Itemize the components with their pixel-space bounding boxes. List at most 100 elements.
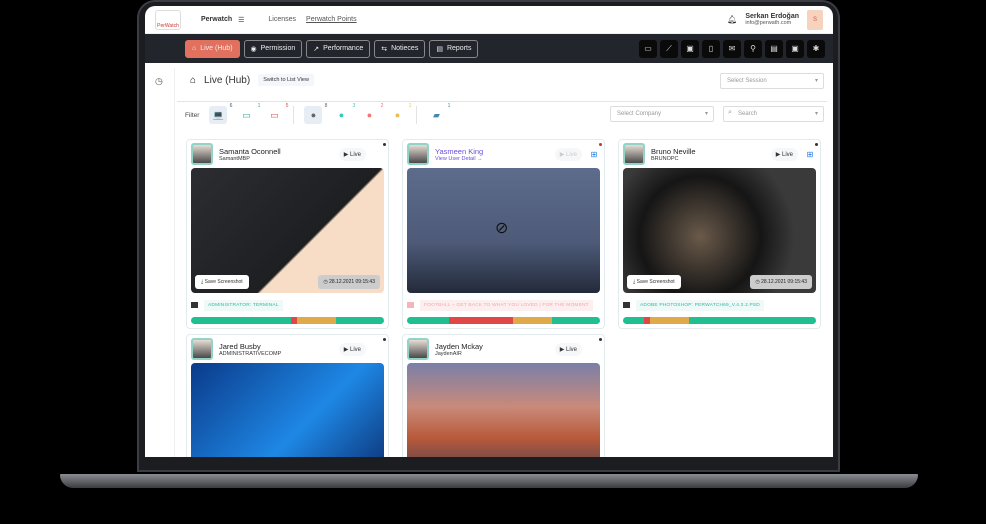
switch-to-list-view-button[interactable]: Switch to List View — [258, 74, 314, 86]
clock-icon[interactable]: ◷ — [155, 76, 163, 87]
timeline-segment — [623, 317, 645, 324]
tab-performance[interactable]: ↗ Performance — [306, 39, 371, 58]
screen-preview[interactable] — [191, 363, 384, 457]
sidebar: ◷ — [145, 68, 175, 457]
live-button[interactable]: ▶︎ Live — [554, 147, 582, 161]
tool-icon[interactable]: ▣ — [681, 39, 699, 58]
divider — [416, 106, 418, 124]
windows-icon: ⊞ — [806, 149, 814, 159]
select-session[interactable]: Select Session — [720, 73, 824, 89]
live-label: Live — [349, 346, 361, 353]
time-label: 28.12.2021 09:15:43 — [761, 279, 807, 285]
tab-notieces[interactable]: ⇆ Notieces — [374, 39, 426, 58]
filter-icon[interactable]: ▰ 1 — [427, 103, 450, 124]
tool-icon[interactable]: ▣ — [786, 39, 804, 58]
filter-count: 1 — [408, 103, 412, 109]
user-card[interactable]: Jayden Mckay JaydenAIR ▶︎ Live — [402, 334, 605, 457]
activity-timeline — [407, 317, 600, 324]
divider — [293, 106, 295, 124]
timeline-segment — [513, 317, 552, 324]
filter-icon[interactable]: 💻 6 — [209, 103, 232, 124]
filter-icon[interactable]: ▭ 5 — [265, 103, 288, 124]
windows-icon: ⊞ — [590, 149, 598, 159]
app-icon — [191, 302, 198, 308]
tab-reports[interactable]: ▤ Reports — [429, 39, 479, 58]
tool-icon[interactable]: ▯ — [702, 39, 720, 58]
save-label: Save Screenshot — [636, 279, 675, 285]
tool-icon[interactable]: ▭ — [639, 39, 657, 58]
tab-icon: ▤ — [436, 45, 443, 53]
divider — [177, 101, 827, 102]
user-name: Samanta Oconnell — [219, 146, 281, 156]
timeline-segment — [449, 317, 514, 324]
filter-count: 3 — [352, 103, 356, 109]
timeline-segment — [335, 317, 384, 324]
activity-label: ADMINISTRATOR: TERMINAL — [204, 299, 283, 311]
filter-icon[interactable]: ● 8 — [304, 103, 327, 124]
live-button[interactable]: ▶︎ Live — [554, 342, 582, 356]
filter-icon[interactable]: ▭ 1 — [237, 103, 260, 124]
top-bar: PerWatch Perwatch ☰ Licenses Perwatch Po… — [145, 6, 833, 34]
filter-label: Filter — [185, 111, 200, 119]
licenses-link[interactable]: Licenses — [268, 16, 296, 23]
user-avatar — [407, 338, 429, 360]
user-avatar — [623, 143, 645, 165]
menu-icon[interactable]: ☰ — [238, 16, 244, 24]
bell-icon[interactable]: 🔔︎ — [727, 15, 737, 24]
timeline-segment — [650, 317, 689, 324]
tab-permission[interactable]: ◉ Permission — [243, 39, 303, 58]
perwatch-logo[interactable]: PerWatch — [155, 9, 181, 30]
search-icon: ⌕ — [728, 109, 732, 116]
app-icon — [407, 302, 414, 308]
tool-icon[interactable]: ▤ — [765, 39, 783, 58]
brand-name: Perwatch — [201, 16, 233, 23]
user-email: info@perwath.com — [745, 20, 792, 26]
search-input[interactable]: Search — [723, 106, 824, 122]
tab-live-hub[interactable]: ⌂ Live (Hub) — [185, 39, 240, 58]
tool-icon[interactable]: ⚲ — [744, 39, 762, 58]
filter-glyph: ▭ — [270, 109, 279, 120]
user-avatar — [191, 338, 213, 360]
filter-glyph: ● — [338, 110, 345, 120]
user-name: Bruno Neville — [651, 146, 696, 156]
tool-icon[interactable]: ⟋ — [660, 39, 678, 58]
tool-icon[interactable]: ✉ — [723, 39, 741, 58]
select-company[interactable]: Select Company — [610, 106, 714, 122]
screen-preview[interactable] — [407, 363, 600, 457]
user-card[interactable]: Bruno Neville BRUNOPC ▶︎ Live ⊞ ⤓ Save Sc… — [618, 139, 821, 329]
activity-timeline — [623, 317, 816, 324]
user-name: Jared Busby — [219, 341, 261, 351]
screen-preview[interactable]: ⊘ — [407, 168, 600, 293]
filter-icon[interactable]: ● 2 — [360, 103, 384, 124]
filter-count: 6 — [229, 103, 233, 109]
filter-icon[interactable]: ● 3 — [332, 103, 356, 124]
filter-count: 1 — [257, 103, 261, 109]
save-screenshot-button[interactable]: ⤓ Save Screenshot — [195, 275, 249, 289]
filter-glyph: ● — [394, 110, 401, 120]
filter-glyph: ● — [366, 110, 373, 120]
screen-preview[interactable]: ⤓ Save Screenshot ◷ 28.12.2021 09:15:43 — [623, 168, 816, 293]
live-button[interactable]: ▶︎ Live — [770, 147, 798, 161]
save-label: Save Screenshot — [204, 279, 243, 285]
view-user-detail-link[interactable]: View User Detail → — [435, 156, 483, 162]
status-dot — [815, 143, 818, 146]
tab-label: Reports — [446, 45, 472, 52]
avatar[interactable]: S — [807, 9, 823, 30]
user-card[interactable]: Jared Busby ADMINISTRATIVECOMP ▶︎ Live — [186, 334, 389, 457]
perwatch-points-link[interactable]: Perwatch Points — [306, 16, 357, 23]
user-card[interactable]: Samanta Oconnell SamantMBP ▶︎ Live ⤓ Save… — [186, 139, 389, 329]
tab-label: Notieces — [391, 45, 419, 52]
tool-icon[interactable]: ✱ — [807, 39, 825, 58]
status-dot — [383, 338, 386, 341]
filter-count: 1 — [447, 103, 451, 109]
user-card[interactable]: Yasmeen King View User Detail → ▶︎ Live ⊞… — [402, 139, 605, 329]
save-screenshot-button[interactable]: ⤓ Save Screenshot — [627, 275, 681, 289]
screen-preview[interactable]: ⤓ Save Screenshot ◷ 28.12.2021 09:15:43 — [191, 168, 384, 293]
timeline-segment — [191, 317, 292, 324]
live-button[interactable]: ▶︎ Live — [338, 147, 366, 161]
live-label: Live — [565, 346, 577, 353]
live-button[interactable]: ▶︎ Live — [338, 342, 366, 356]
user-name: Jayden Mckay — [435, 341, 483, 351]
filter-icon[interactable]: ● 1 — [388, 103, 412, 124]
hidden-eye-icon: ⊘ — [495, 220, 509, 237]
